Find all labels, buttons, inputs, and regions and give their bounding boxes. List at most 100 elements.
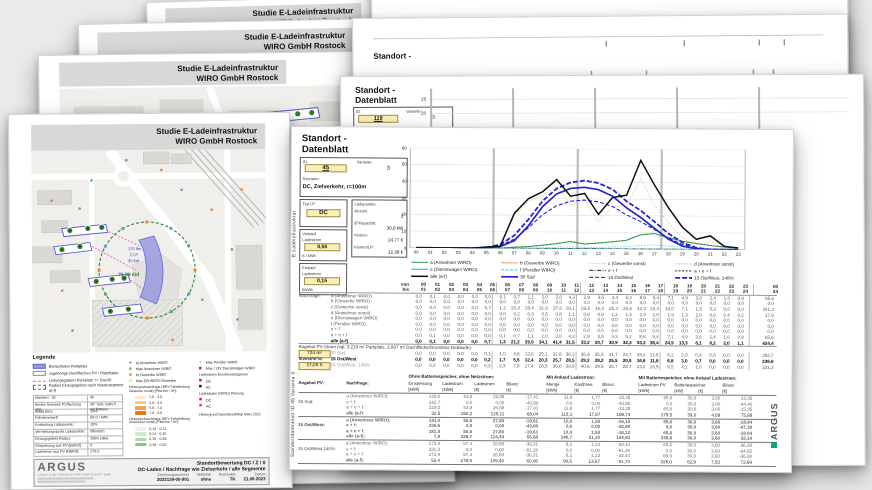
y-tick: 25 (421, 96, 427, 102)
col-header: Bilanz [€] (602, 381, 615, 393)
square-red-icon: ■ (199, 402, 203, 409)
legend-label: a (Anwohner WIRO) (430, 259, 472, 266)
hour-value: 0,0 (709, 364, 716, 370)
id-value-field[interactable]: 119 (358, 114, 399, 123)
hour-value: 28,7 (622, 364, 632, 370)
legend-label: 30 Süd (520, 274, 535, 280)
hour-value: 4,2 (681, 364, 688, 370)
hour-value: 0,0 (471, 338, 478, 344)
y-tick-label: 20 (401, 211, 407, 217)
argus-side-logo: ARGUS (769, 380, 786, 464)
hour-header: 09 (532, 287, 539, 293)
legend-line-sample (589, 269, 607, 271)
col-header: Ladestrom [€] (474, 381, 495, 392)
legend-item: alle (a-f) (411, 273, 477, 280)
y-tick-label: 40 (401, 178, 407, 184)
legend-label: c (Gewerbe sonst) (608, 260, 646, 267)
legend-label: a + e + f (694, 268, 711, 274)
x-tick-label: 05 (483, 250, 489, 256)
cross-cyan-icon: + (198, 359, 202, 366)
y-tick-label: 60 (401, 145, 407, 151)
x-tick-label: 02 (441, 249, 447, 255)
einkauf-label-2: Ladestrom (302, 271, 322, 277)
x-tick-label: 13 (595, 250, 601, 256)
footer-field: Maßstab ohne (197, 472, 212, 482)
summary-value: 7,9 (433, 434, 441, 440)
legend-line-sample (411, 261, 429, 263)
hour-header: 21 (700, 288, 707, 294)
row-label: alle (a-f) (330, 337, 349, 343)
typ-lp-value-field[interactable]: DC (306, 209, 341, 218)
legend-label: alle (a-f) (430, 273, 447, 279)
map-annotation-line-2: 2 LP (130, 252, 139, 257)
hour-header: 14 (602, 288, 609, 294)
report-pages-collage: Studie E-Ladeinfrastruktur WIRO GmbH Ros… (0, 0, 872, 490)
footer-field: Datum 21.08.2023 (243, 472, 266, 482)
hour-value: 0,7 (478, 338, 493, 345)
legend-swatch (32, 384, 46, 390)
hour-header: 06 (482, 287, 498, 294)
summary-value: 326,0 (660, 459, 672, 465)
legend-marker-row: ■ AC (199, 402, 212, 409)
col-header: Batteriespeicher [kW] (674, 382, 706, 393)
summary-value: 72,69 (740, 459, 752, 465)
pv-group-label (298, 457, 346, 463)
hour-value: 2,0 (723, 340, 730, 346)
hour-value: 33,2 (580, 339, 590, 345)
map-cost-annotation: 75,88 €/d (118, 272, 139, 278)
hour-value: 0,0 (723, 364, 730, 370)
pv-group-label (298, 434, 346, 440)
map-legend: Legende Betrachteter Parkplatz zugehörige… (32, 353, 268, 458)
summary-value: 228,7 (460, 434, 473, 440)
col-header: Einspeisung [kWh] (408, 380, 432, 392)
summary-value: 68,04 (526, 411, 539, 417)
row-label: alle (a-f): (346, 433, 366, 439)
legend-label: e (Dienstwagen WIRO) (430, 266, 478, 273)
map-annotation-line-1: 170 lfm (128, 246, 142, 251)
verkauf-value-field[interactable]: 0,50 (304, 243, 341, 252)
typ-lp-label: Typ LP (302, 201, 315, 207)
hour-header: 15 (616, 288, 623, 294)
summary-value: 108,74 (616, 411, 631, 417)
chart-x-axis: 00 01 02 03 04 05 06 07 08 09 10 11 12 13 14 15 16 17 18 19… (409, 250, 745, 257)
hour-value: 40,9 (580, 363, 590, 369)
hour-value: 0,0 (737, 364, 744, 370)
hour-value: 0,0 (443, 363, 450, 369)
variante-label: Variante: (356, 159, 373, 165)
hour-value: 9,5 (667, 364, 674, 370)
legend-line-sample (411, 275, 429, 278)
legend-item: 15 Ost/West, 140% (675, 274, 734, 281)
hour-value: 1,0 (695, 364, 702, 370)
summary-value: 17,87 (588, 411, 601, 417)
legend-label: f (Pendler WIRO) (520, 267, 556, 273)
verkauf-unit: € / kWh (302, 253, 316, 259)
pv-balance-summary-table: Ohne Batteriespeicher, ohne Netzstrom: Mi… (297, 373, 777, 467)
summary-value: 75,88 (740, 412, 753, 418)
hour-value: 41,4 (552, 339, 562, 345)
bnetza-caption: Ladesäulen Bundesnetzagentur (198, 372, 249, 377)
hour-header: 17 (644, 288, 651, 294)
x-tick-label: 03 (455, 250, 461, 256)
range-swatch-row: 0,48 - 0,60 (129, 442, 195, 448)
legend-line-sample (501, 262, 519, 264)
legend-swatch (32, 380, 46, 382)
szenario-label: Szenario: (302, 176, 320, 182)
x-tick-label: 12 (581, 250, 587, 256)
col-header: Ladestrom PV [kWh] (638, 382, 666, 393)
id-value-field[interactable]: 45 (304, 164, 347, 173)
hour-value: 30,9 (608, 339, 618, 345)
hour-value: 28,5 (538, 363, 548, 369)
hour-header: 22 (714, 288, 721, 295)
hour-value: 0,0 (457, 338, 464, 344)
report-subtitle: WIRO GmbH Rostock (175, 135, 258, 146)
x-tick-label: 07 (511, 250, 517, 256)
range-swatch (135, 411, 147, 415)
pv-invest-field[interactable]: 17,00 € (298, 362, 331, 371)
hour-value: 8,2 (709, 340, 716, 346)
col-header: [€] (698, 387, 704, 394)
range-swatch (135, 442, 147, 447)
left-header: Angebot PV: (298, 380, 324, 386)
square-magenta-icon: ■ (198, 365, 202, 372)
summary-value: 55,68 (526, 434, 539, 440)
summary-value: 91,74 (618, 459, 630, 465)
